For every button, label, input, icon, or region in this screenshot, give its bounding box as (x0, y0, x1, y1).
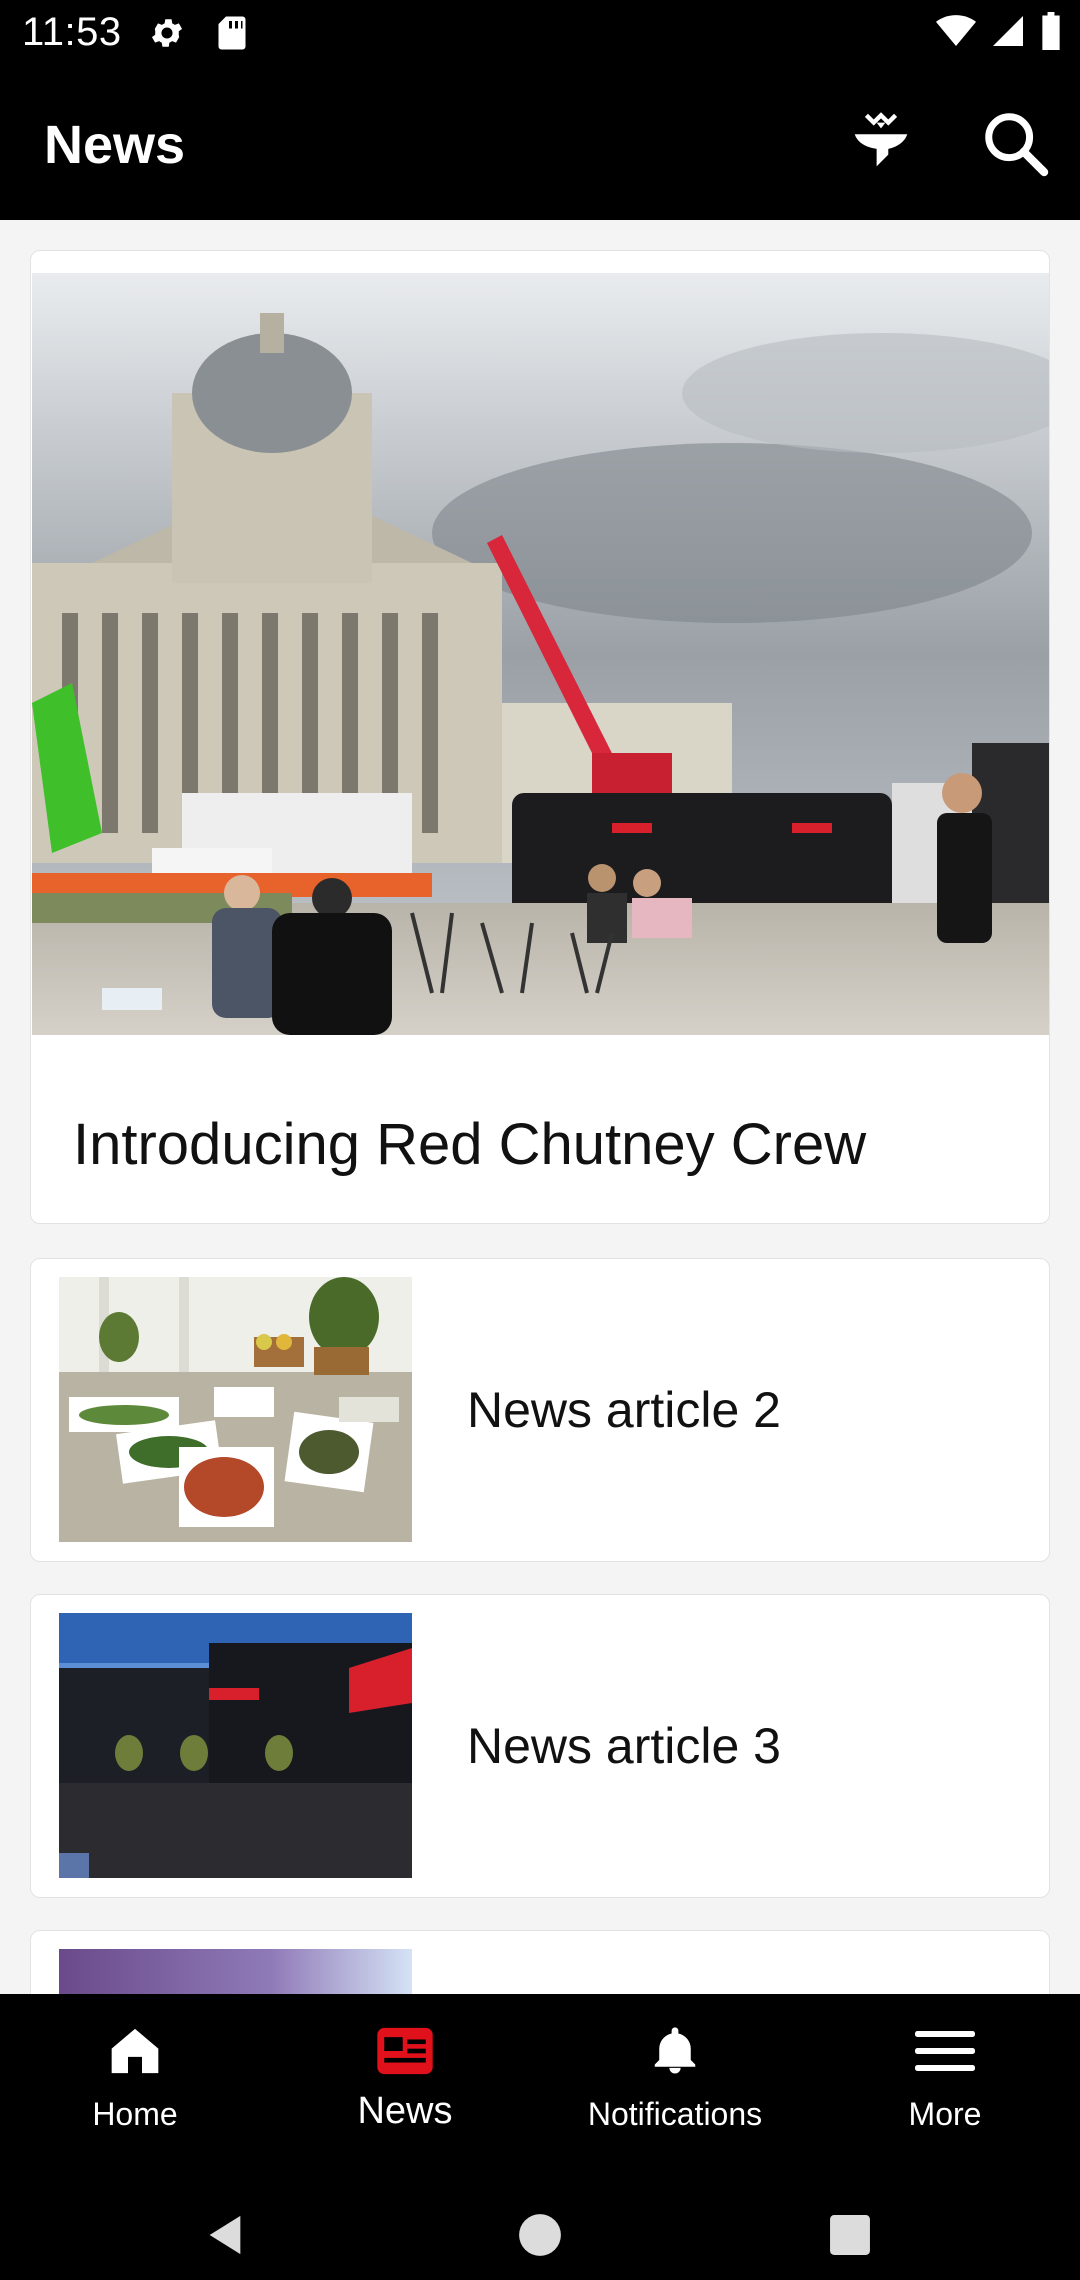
article-thumbnail-3 (59, 1613, 412, 1878)
article-title-3: News article 3 (467, 1718, 781, 1774)
recents-button[interactable] (820, 2212, 880, 2262)
article-card-3[interactable]: News article 3 (30, 1594, 1050, 1898)
signal-icon (990, 13, 1026, 54)
featured-article-image (32, 273, 1049, 1035)
nav-news[interactable]: News (270, 2018, 540, 2168)
back-icon (205, 2212, 245, 2263)
system-navigation-bar (0, 2190, 1080, 2280)
wifi-icon (936, 13, 976, 54)
article-thumbnail-2 (59, 1277, 412, 1542)
article-card-2[interactable]: News article 2 (30, 1258, 1050, 1562)
bell-icon (648, 2018, 702, 2084)
sd-card-icon (216, 15, 248, 56)
status-time: 11:53 (22, 10, 122, 54)
app-bar: News (0, 66, 1080, 220)
featured-article-card[interactable]: Introducing Red Chutney Crew (30, 250, 1050, 1224)
recents-icon (829, 2214, 871, 2261)
news-list[interactable]: Introducing Red Chutney Crew News articl… (0, 220, 1080, 1994)
settings-icon (148, 14, 186, 57)
filter-button[interactable] (836, 100, 926, 190)
bottom-navigation: Home News Notifications More (0, 1994, 1080, 2190)
nav-notifications[interactable]: Notifications (540, 2018, 810, 2168)
article-thumbnail-4 (59, 1949, 412, 1994)
article-card-4[interactable] (30, 1930, 1050, 1994)
nav-notifications-label: Notifications (587, 2096, 763, 2132)
menu-icon (915, 2018, 975, 2084)
article-title-2: News article 2 (467, 1382, 781, 1438)
status-bar: 11:53 (0, 0, 1080, 66)
search-button[interactable] (970, 100, 1060, 190)
search-icon (980, 108, 1050, 183)
filter-icon (846, 108, 916, 183)
page-title: News (44, 115, 186, 175)
featured-article-title: Introducing Red Chutney Crew (73, 1112, 867, 1177)
nav-home[interactable]: Home (0, 2018, 270, 2168)
home-circle-icon (518, 2213, 562, 2262)
newspaper-icon (375, 2018, 435, 2084)
battery-icon (1040, 12, 1062, 55)
home-system-button[interactable] (510, 2212, 570, 2262)
nav-news-label: News (357, 2090, 453, 2132)
nav-more-label: More (908, 2096, 982, 2132)
nav-more[interactable]: More (810, 2018, 1080, 2168)
home-icon (107, 2018, 163, 2084)
back-button[interactable] (195, 2212, 255, 2262)
nav-home-label: Home (92, 2096, 178, 2132)
